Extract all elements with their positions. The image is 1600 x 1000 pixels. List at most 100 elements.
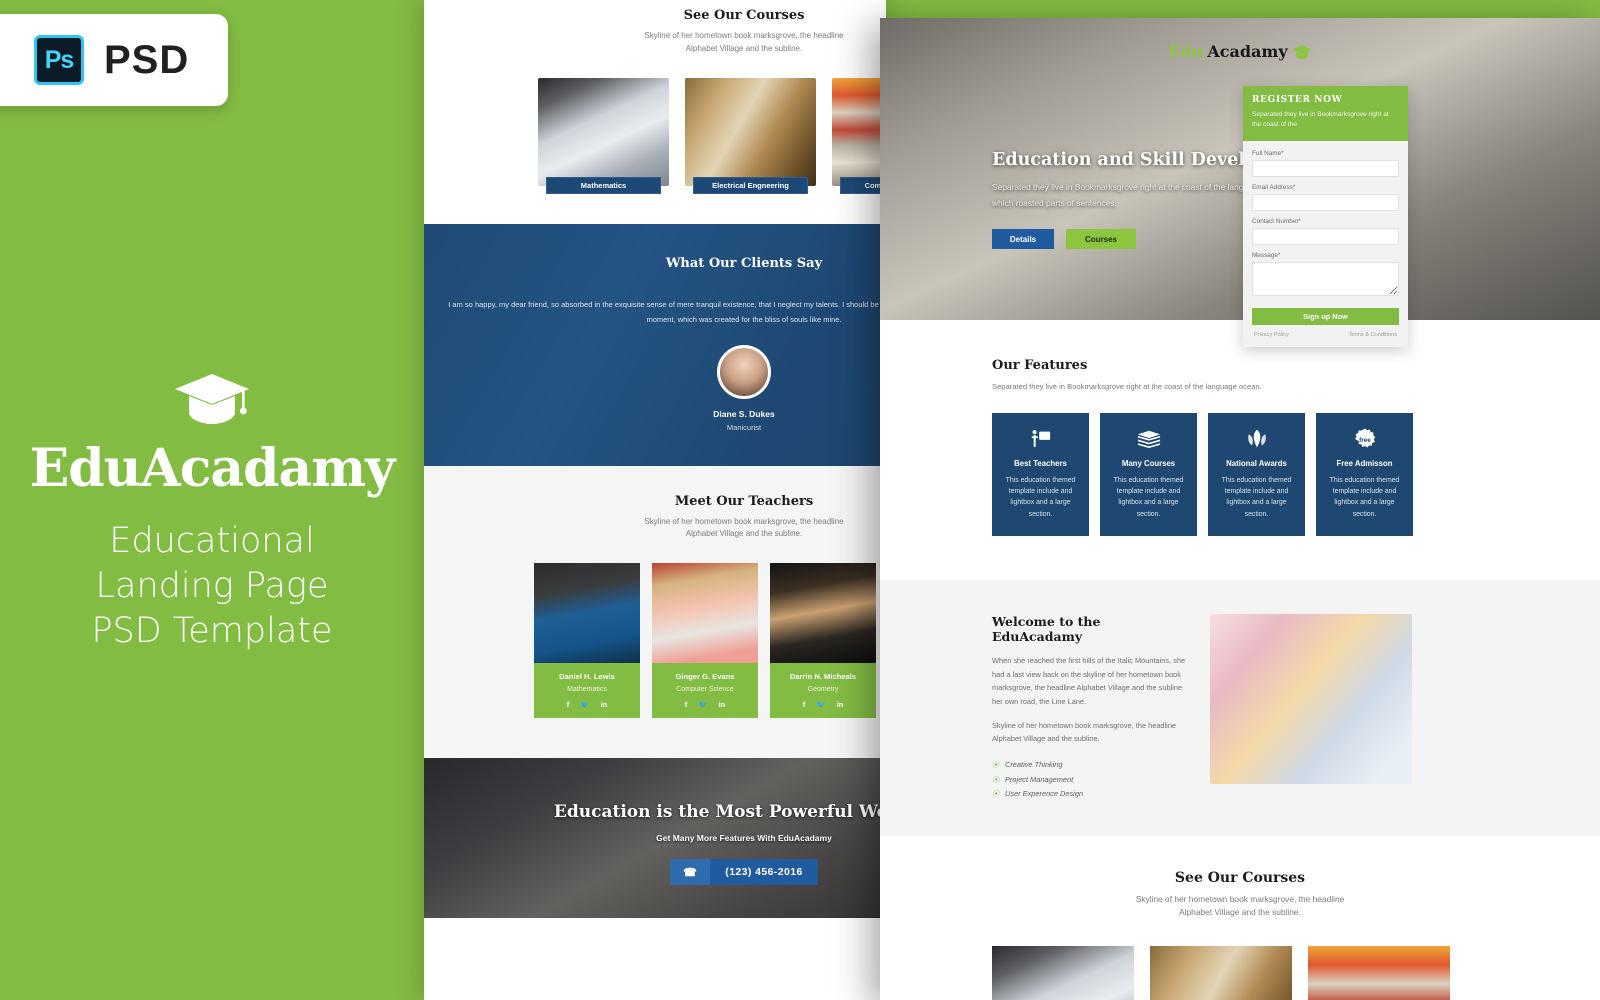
back-mockup-panel: See Our Courses Skyline of her hometown … [424,0,886,1000]
stacked-books-icon [1109,427,1188,451]
subtitle-line-2: Alphabet Village and the subline. [685,529,803,539]
course-card[interactable]: Electrical Engneering [685,77,816,194]
cta-phone-number: (123) 456-2016 [725,866,803,879]
brand-tagline: Educational Landing Page PSD Template [0,519,424,653]
subtitle-line-2: Alphabet Village and the subline. [685,43,803,53]
feature-card[interactable]: National Awards This education themed te… [1208,413,1305,536]
testimonial-quote: I am so happy, my dear friend, so absorb… [448,299,886,324]
back-courses-title: See Our Courses [683,8,805,23]
contact-number-input[interactable] [1252,228,1399,246]
teacher-card[interactable]: Darrin N. Micheals Geometry f 🐦 in [770,563,876,719]
welcome-text-block: Welcome to the EduAcadamy When she reach… [992,614,1192,802]
email-input[interactable] [1252,194,1399,212]
linkedin-icon[interactable]: in [837,700,844,709]
feature-description: This education themed template include a… [1113,477,1184,518]
privacy-policy-link[interactable]: Privacy Policy [1254,332,1289,338]
back-teachers-section: Meet Our Teachers Skyline of her hometow… [424,465,886,759]
form-footer-links: Privacy Policy Terms & Conditions [1252,325,1399,340]
facebook-icon[interactable]: f [685,700,688,709]
feature-card[interactable]: Best Teachers This education themed temp… [992,413,1089,536]
bullet-icon: ⦿ [992,791,999,799]
graduation-cap-icon [0,370,424,430]
message-label: Message* [1252,252,1281,260]
courses-button[interactable]: Courses [1066,229,1136,250]
teacher-role: Computer Science [676,686,734,694]
twitter-icon[interactable]: 🐦 [816,700,825,709]
list-item: ⦿ User Experence Design [992,787,1192,802]
teacher-name: Ginger G. Evans [675,672,735,682]
tagline-line-2: Landing Page [95,565,329,606]
teachers-title: Meet Our Teachers [674,493,814,509]
message-textarea[interactable] [1252,262,1399,297]
logo-text-acadamy: Acadamy [1207,42,1288,61]
brand-name: EduAcadamy [29,438,396,499]
teacher-social-links[interactable]: f 🐦 in [534,693,640,718]
feature-card[interactable]: Many Courses This education themed templ… [1100,413,1197,536]
course-card[interactable] [1308,945,1450,1000]
teacher-photo [652,563,758,664]
feature-description: This education themed template include a… [1221,477,1292,518]
testimonial-avatar [717,345,771,400]
register-form: REGISTER NOW Separated they live in Book… [1243,86,1408,348]
phone-icon: ☎ [670,859,710,886]
list-item: ⦿ Project Management [992,773,1192,788]
terms-conditions-link[interactable]: Terms & Conditions [1349,332,1398,338]
testimonial-title: What Our Clients Say [665,255,823,271]
list-item: ⦿ Creative Thinking [992,758,1192,773]
signup-button[interactable]: Sign up Now [1252,308,1399,326]
cta-phone-button[interactable]: ☎ (123) 456-2016 [670,859,818,886]
linkedin-icon[interactable]: in [601,700,608,709]
welcome-paragraph-1: When she reached the first hills of the … [992,656,1186,707]
subtitle-line-1: Skyline of her hometown book marksgrove,… [1135,894,1345,905]
features-section: Our Features Separated they live in Book… [880,320,1600,536]
course-label[interactable]: Electrical Engneering [693,176,808,194]
course-card[interactable]: Computer Science [832,77,886,194]
facebook-icon[interactable]: f [567,700,570,709]
course-label[interactable]: Mathematics [546,176,661,194]
back-testimonial-section: What Our Clients Say I am so happy, my d… [424,223,886,466]
feature-description: This education themed template include a… [1005,477,1076,518]
email-label: Email Address* [1252,184,1296,192]
teacher-role: Mathematics [567,686,607,694]
front-mockup-panel: Edu Acadamy Education and Skill Developme… [880,18,1600,1000]
front-hero-section: Edu Acadamy Education and Skill Developme… [880,18,1600,320]
bullet-label: User Experence Design [1005,789,1084,799]
teacher-name: Darrin N. Micheals [789,672,857,682]
course-card[interactable]: Mathematics [538,77,669,194]
details-button[interactable]: Details [992,229,1054,250]
twitter-icon[interactable]: 🐦 [580,700,589,709]
feature-card[interactable]: free Free Admisson This education themed… [1316,413,1413,536]
course-image [832,77,886,186]
subtitle-line-1: Skyline of her hometown book marksgrove,… [644,31,844,40]
course-card[interactable] [1150,945,1292,1000]
testimonial-role: Manicurist [726,423,762,433]
teacher-card-row: Daniel H. Lewis Mathematics f 🐦 in Ginge… [424,563,886,719]
subtitle-line-1: Skyline of her hometown book marksgrove,… [644,516,844,526]
welcome-section: Welcome to the EduAcadamy When she reach… [880,580,1600,837]
teacher-photo [770,563,876,664]
welcome-paragraph-2: Skyline of her hometown book marksgrove,… [992,720,1177,744]
psd-label: PSD [104,37,190,82]
photoshop-icon: Ps [34,35,84,85]
register-form-subtitle: Separated they live in Bookmarksgrove ri… [1252,111,1389,129]
site-logo[interactable]: Edu Acadamy [880,42,1600,61]
full-name-input[interactable] [1252,160,1399,178]
register-form-header: REGISTER NOW Separated they live in Book… [1243,86,1408,142]
facebook-icon[interactable]: f [803,700,806,709]
twitter-icon[interactable]: 🐦 [698,700,707,709]
course-card[interactable] [992,945,1134,1000]
back-courses-subtitle: Skyline of her hometown book marksgrove,… [424,30,886,56]
teacher-card[interactable]: Ginger G. Evans Computer Science f 🐦 in [652,563,758,719]
back-cta-section: Education is the Most Powerful Weapon Ge… [424,758,886,919]
teacher-social-links[interactable]: f 🐦 in [770,693,876,718]
welcome-bullet-list: ⦿ Creative Thinking ⦿ Project Management ⦿… [992,758,1192,802]
front-course-card-row [880,945,1600,1000]
teacher-social-links[interactable]: f 🐦 in [652,693,758,718]
tagline-line-3: PSD Template [91,610,333,651]
linkedin-icon[interactable]: in [719,700,726,709]
cta-headline: Education is the Most Powerful Weapon [553,802,886,823]
teacher-card[interactable]: Daniel H. Lewis Mathematics f 🐦 in [534,563,640,719]
features-subtitle: Separated they live in Bookmarksgrove ri… [992,382,1262,391]
front-courses-title: See Our Courses [1174,870,1306,887]
feature-card-row: Best Teachers This education themed temp… [992,413,1600,536]
